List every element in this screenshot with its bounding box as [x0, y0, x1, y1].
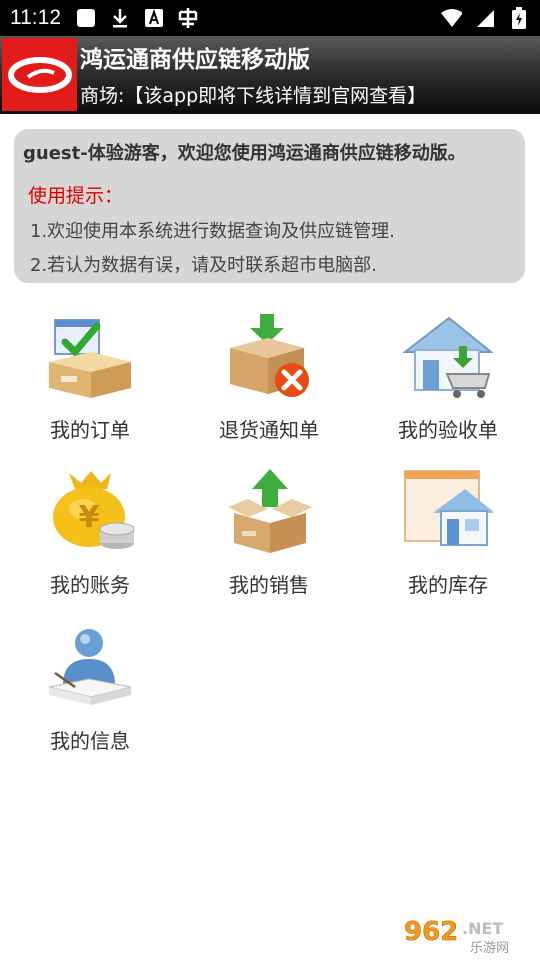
menu-my-orders[interactable]: 我的订单 — [0, 312, 180, 462]
store-notice: 商场:【该app即将下线详情到官网查看】 — [80, 85, 427, 107]
menu-label: 我的库存 — [408, 573, 488, 597]
download-icon — [109, 7, 131, 29]
welcome-panel: guest-体验游客，欢迎您使用鸿运通商供应链移动版。 使用提示： 1.欢迎使用… — [14, 129, 525, 283]
order-box-check-icon — [49, 319, 131, 398]
tip-item: 2.若认为数据有误，请及时联系超市电脑部. — [30, 255, 377, 276]
menu-label: 我的验收单 — [398, 418, 498, 442]
status-time: 11:12 — [10, 6, 61, 29]
app-icon — [177, 7, 199, 29]
tips-title: 使用提示： — [28, 185, 124, 207]
menu-return-notice[interactable]: 退货通知单 — [179, 312, 359, 462]
menu-label: 退货通知单 — [219, 418, 319, 442]
menu-my-inventory[interactable]: 我的库存 — [358, 467, 538, 617]
watermark-logo: 962 .NET 乐游网 — [400, 910, 536, 956]
svg-text:¥: ¥ — [79, 500, 100, 535]
user-book-icon — [48, 629, 132, 705]
box-arrow-up-icon — [228, 469, 312, 553]
menu-label: 我的销售 — [229, 573, 309, 597]
svg-text:.NET: .NET — [462, 919, 503, 938]
svg-text:乐游网: 乐游网 — [470, 941, 509, 956]
menu-my-sales[interactable]: 我的销售 — [179, 467, 359, 617]
menu-my-receipts[interactable]: 我的验收单 — [358, 312, 538, 462]
svg-text:962: 962 — [404, 917, 458, 947]
welcome-greeting: guest-体验游客，欢迎您使用鸿运通商供应链移动版。 — [23, 143, 466, 164]
app-header: 鸿运通商供应链移动版 商场:【该app即将下线详情到官网查看】 — [0, 36, 540, 114]
company-logo — [2, 38, 77, 111]
notification-square-icon — [75, 7, 97, 29]
house-cart-icon — [403, 316, 493, 398]
status-bar: 11:12 — [0, 0, 540, 36]
tip-item: 1.欢迎使用本系统进行数据查询及供应链管理. — [30, 221, 395, 242]
menu-my-info[interactable]: 我的信息 — [0, 623, 180, 773]
battery-icon — [508, 7, 530, 29]
app-title: 鸿运通商供应链移动版 — [80, 47, 310, 73]
money-bag-coins-icon: ¥ — [53, 471, 135, 549]
wifi-icon — [440, 7, 462, 29]
return-box-x-icon — [230, 314, 309, 397]
menu-label: 我的订单 — [50, 418, 130, 442]
menu-label: 我的信息 — [50, 729, 130, 753]
house-window-icon — [404, 470, 493, 546]
signal-icon — [474, 7, 496, 29]
menu-my-finance[interactable]: ¥ 我的账务 — [0, 467, 180, 617]
menu-label: 我的账务 — [50, 573, 130, 597]
a-icon — [143, 7, 165, 29]
